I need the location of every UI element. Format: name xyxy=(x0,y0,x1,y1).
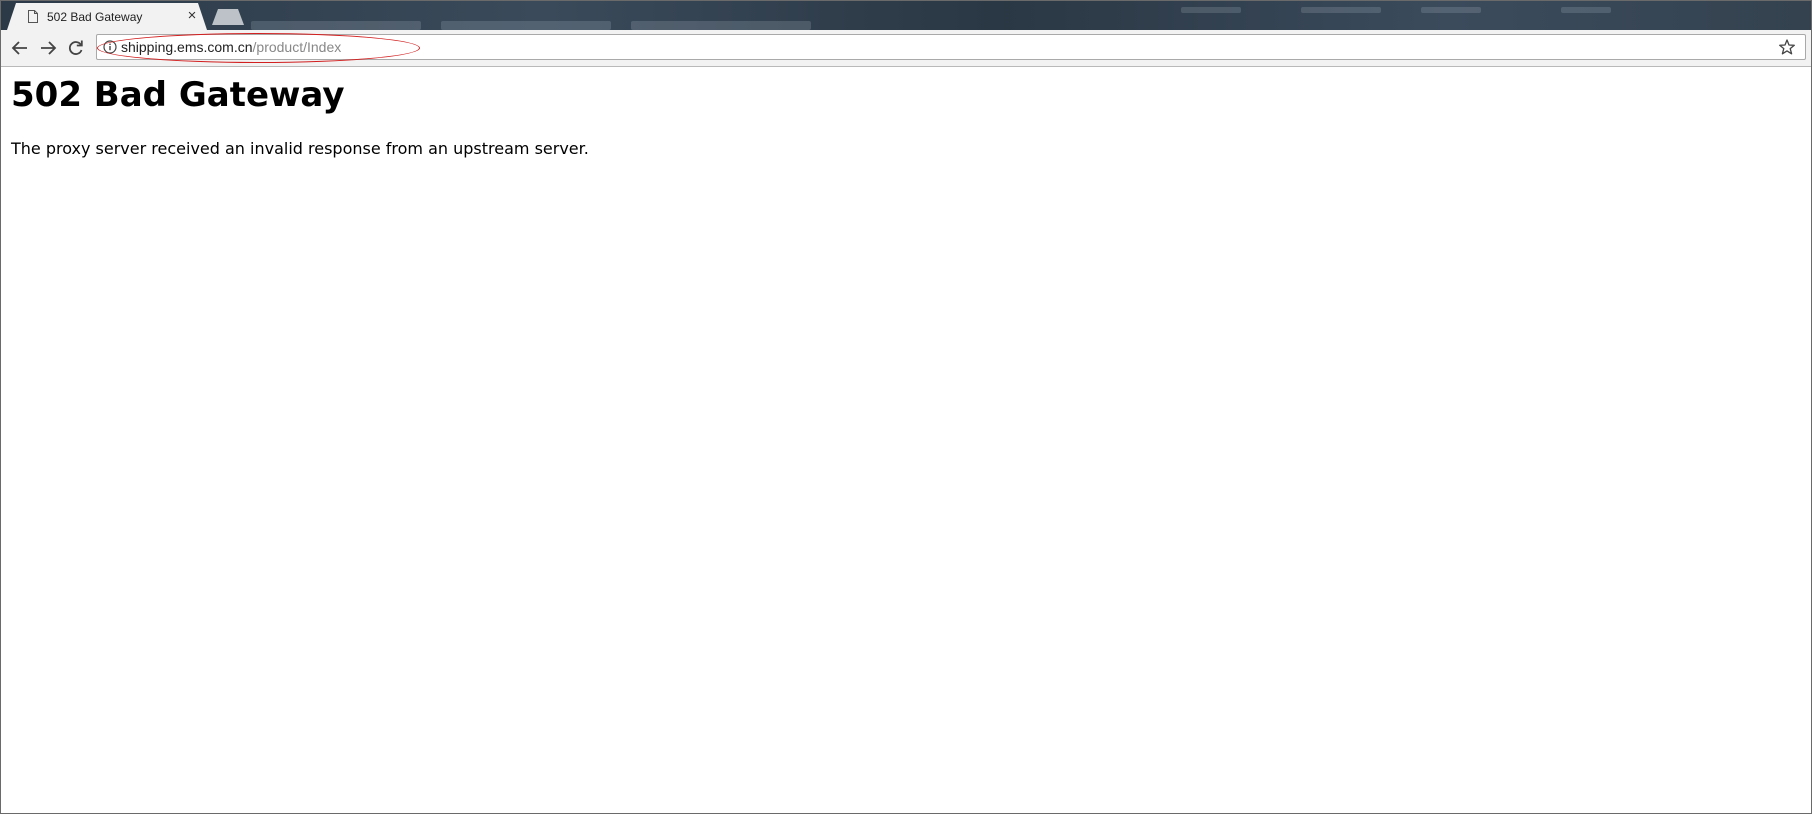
arrow-right-icon xyxy=(41,41,57,55)
browser-window: 502 Bad Gateway × shipping.ems.com.cn/pr… xyxy=(0,0,1812,814)
url-text: shipping.ems.com.cn/product/Index xyxy=(121,39,341,55)
page-title: 502 Bad Gateway xyxy=(11,75,345,115)
new-tab-button[interactable] xyxy=(212,9,244,25)
close-icon[interactable]: × xyxy=(184,8,200,24)
tab-strip: 502 Bad Gateway × xyxy=(1,1,1811,30)
reload-button[interactable] xyxy=(64,37,88,59)
address-bar[interactable]: shipping.ems.com.cn/product/Index xyxy=(96,34,1806,60)
arrow-left-icon xyxy=(11,41,27,55)
star-icon[interactable] xyxy=(1777,37,1797,57)
tab-title: 502 Bad Gateway xyxy=(47,10,143,24)
browser-toolbar: shipping.ems.com.cn/product/Index xyxy=(1,30,1811,67)
back-button[interactable] xyxy=(8,37,32,59)
reload-icon xyxy=(68,40,83,55)
error-message: The proxy server received an invalid res… xyxy=(11,139,589,158)
forward-button[interactable] xyxy=(36,37,60,59)
url-host: shipping.ems.com.cn xyxy=(121,39,253,55)
document-icon xyxy=(27,10,39,23)
url-path: /product/Index xyxy=(252,39,342,55)
tab-active[interactable]: 502 Bad Gateway × xyxy=(7,3,207,30)
info-icon[interactable] xyxy=(103,40,117,54)
page-content: 502 Bad Gateway The proxy server receive… xyxy=(1,67,1811,813)
